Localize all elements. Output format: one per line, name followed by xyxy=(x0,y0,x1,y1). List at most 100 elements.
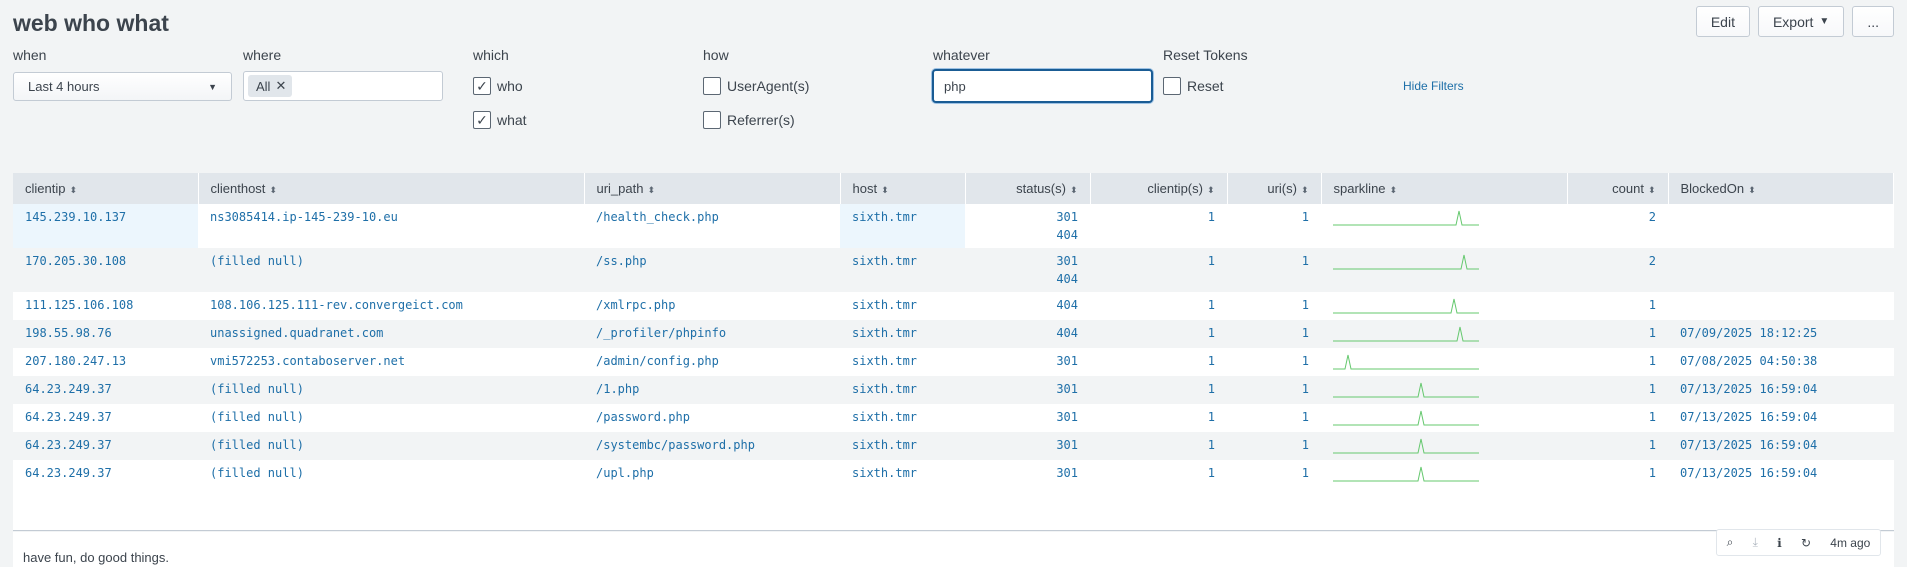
cell-host[interactable]: sixth.tmr xyxy=(840,404,965,432)
table-row[interactable]: 64.23.249.37 (filled null)/upl.php sixth.t… xyxy=(13,460,1894,488)
cell-count[interactable]: 1 xyxy=(1567,292,1668,320)
column-header[interactable]: clientip(s) ⬍ xyxy=(1090,173,1228,204)
cell-clientip-count[interactable]: 1 xyxy=(1090,348,1227,376)
cell-clientip[interactable]: 64.23.249.37 xyxy=(13,404,198,432)
cell-blocked-on[interactable] xyxy=(1668,204,1894,248)
table-row[interactable]: 207.180.247.13 vmi572253.contaboserver.ne… xyxy=(13,348,1894,376)
cell-clientip[interactable]: 64.23.249.37 xyxy=(13,432,198,460)
cell-uri-path[interactable]: /_profiler/phpinfo xyxy=(584,320,840,348)
cell-uri-path[interactable]: /ss.php xyxy=(584,248,840,292)
cell-clienthost[interactable]: (filled null) xyxy=(198,376,584,404)
cell-host[interactable]: sixth.tmr xyxy=(840,460,965,488)
cell-uri-count[interactable]: 1 xyxy=(1227,292,1321,320)
cell-clienthost[interactable]: (filled null) xyxy=(198,248,584,292)
cell-uri-path[interactable]: /admin/config.php xyxy=(584,348,840,376)
which-option-who[interactable]: ✓ who xyxy=(473,77,523,95)
cell-host[interactable]: sixth.tmr xyxy=(840,348,965,376)
cell-status[interactable]: 301 xyxy=(965,432,1090,460)
column-header[interactable]: uri(s) ⬍ xyxy=(1227,173,1322,204)
reset-option[interactable]: Reset xyxy=(1163,77,1224,95)
cell-uri-path[interactable]: /systembc/password.php xyxy=(584,432,840,460)
info-icon[interactable]: ℹ xyxy=(1777,536,1782,550)
cell-uri-path[interactable]: /xmlrpc.php xyxy=(584,292,840,320)
status-value[interactable]: 301 xyxy=(977,382,1078,396)
table-row[interactable]: 145.239.10.137 ns3085414.ip-145-239-10.eu… xyxy=(13,204,1894,248)
cell-blocked-on[interactable]: 07/13/2025 16:59:04 xyxy=(1668,376,1894,404)
status-value[interactable]: 301 xyxy=(977,210,1078,224)
checkbox-icon[interactable] xyxy=(703,111,721,129)
cell-status[interactable]: 404 xyxy=(965,292,1090,320)
column-header[interactable]: uri_path ⬍ xyxy=(584,173,841,204)
table-row[interactable]: 64.23.249.37 (filled null)/1.php sixth.tmr… xyxy=(13,376,1894,404)
cell-uri-count[interactable]: 1 xyxy=(1227,204,1321,248)
cell-uri-count[interactable]: 1 xyxy=(1227,376,1321,404)
table-row[interactable]: 64.23.249.37 (filled null)/password.php si… xyxy=(13,404,1894,432)
export-button[interactable]: Export ▼ xyxy=(1757,6,1845,37)
hide-filters-link[interactable]: Hide Filters xyxy=(1403,79,1464,93)
cell-clienthost[interactable]: ns3085414.ip-145-239-10.eu xyxy=(198,204,584,248)
cell-clientip[interactable]: 64.23.249.37 xyxy=(13,376,198,404)
cell-clienthost[interactable]: (filled null) xyxy=(198,460,584,488)
cell-host[interactable]: sixth.tmr xyxy=(840,248,965,292)
how-option-referrer[interactable]: Referrer(s) xyxy=(703,111,795,129)
cell-count[interactable]: 1 xyxy=(1567,460,1668,488)
more-actions-button[interactable]: ... xyxy=(1852,6,1894,37)
cell-clientip[interactable]: 145.239.10.137 xyxy=(13,204,198,248)
cell-blocked-on[interactable] xyxy=(1668,248,1894,292)
cell-status[interactable]: 301 xyxy=(965,376,1090,404)
download-icon[interactable]: ⤓ xyxy=(1753,535,1758,550)
cell-host[interactable]: sixth.tmr xyxy=(840,432,965,460)
status-value[interactable]: 301 xyxy=(977,410,1078,424)
table-row[interactable]: 64.23.249.37 (filled null)/systembc/passw… xyxy=(13,432,1894,460)
cell-clientip-count[interactable]: 1 xyxy=(1090,460,1227,488)
cell-clienthost[interactable]: vmi572253.contaboserver.net xyxy=(198,348,584,376)
column-header[interactable]: sparkline ⬍ xyxy=(1321,173,1568,204)
status-value[interactable]: 404 xyxy=(977,228,1078,242)
cell-clientip-count[interactable]: 1 xyxy=(1090,432,1227,460)
status-value[interactable]: 301 xyxy=(977,438,1078,452)
cell-count[interactable]: 1 xyxy=(1567,320,1668,348)
cell-clientip-count[interactable]: 1 xyxy=(1090,292,1227,320)
cell-status[interactable]: 301 xyxy=(965,460,1090,488)
table-row[interactable]: 198.55.98.76 unassigned.quadranet.com/_pr… xyxy=(13,320,1894,348)
search-icon[interactable]: ⌕ xyxy=(1727,535,1734,550)
cell-uri-count[interactable]: 1 xyxy=(1227,248,1321,292)
table-row[interactable]: 170.205.30.108 (filled null)/ss.php sixth.… xyxy=(13,248,1894,292)
refresh-icon[interactable]: ↻ xyxy=(1801,536,1811,550)
how-option-useragent[interactable]: UserAgent(s) xyxy=(703,77,809,95)
cell-clientip-count[interactable]: 1 xyxy=(1090,404,1227,432)
cell-status[interactable]: 301 xyxy=(965,348,1090,376)
cell-clientip[interactable]: 207.180.247.13 xyxy=(13,348,198,376)
cell-clientip[interactable]: 64.23.249.37 xyxy=(13,460,198,488)
cell-status[interactable]: 404 xyxy=(965,320,1090,348)
status-value[interactable]: 301 xyxy=(977,254,1078,268)
cell-clientip-count[interactable]: 1 xyxy=(1090,204,1227,248)
cell-clientip[interactable]: 198.55.98.76 xyxy=(13,320,198,348)
column-header[interactable]: host ⬍ xyxy=(840,173,966,204)
cell-count[interactable]: 1 xyxy=(1567,404,1668,432)
checkbox-checked-icon[interactable]: ✓ xyxy=(473,111,491,129)
checkbox-checked-icon[interactable]: ✓ xyxy=(473,77,491,95)
column-header[interactable]: clientip ⬍ xyxy=(13,173,199,204)
cell-blocked-on[interactable]: 07/08/2025 04:50:38 xyxy=(1668,348,1894,376)
remove-chip-icon[interactable]: ✕ xyxy=(275,78,286,94)
where-multiselect[interactable]: All ✕ xyxy=(243,71,443,101)
cell-uri-path[interactable]: /health_check.php xyxy=(584,204,840,248)
status-value[interactable]: 301 xyxy=(977,354,1078,368)
cell-clientip[interactable]: 170.205.30.108 xyxy=(13,248,198,292)
cell-status[interactable]: 301 404 xyxy=(965,204,1090,248)
cell-clientip[interactable]: 111.125.106.108 xyxy=(13,292,198,320)
cell-count[interactable]: 2 xyxy=(1567,204,1668,248)
cell-blocked-on[interactable]: 07/09/2025 18:12:25 xyxy=(1668,320,1894,348)
cell-uri-path[interactable]: /upl.php xyxy=(584,460,840,488)
cell-host[interactable]: sixth.tmr xyxy=(840,292,965,320)
cell-host[interactable]: sixth.tmr xyxy=(840,376,965,404)
status-value[interactable]: 404 xyxy=(977,298,1078,312)
whatever-input[interactable]: php xyxy=(932,69,1153,103)
cell-uri-count[interactable]: 1 xyxy=(1227,404,1321,432)
which-option-what[interactable]: ✓ what xyxy=(473,111,527,129)
cell-clienthost[interactable]: unassigned.quadranet.com xyxy=(198,320,584,348)
cell-uri-path[interactable]: /1.php xyxy=(584,376,840,404)
cell-count[interactable]: 2 xyxy=(1567,248,1668,292)
cell-blocked-on[interactable] xyxy=(1668,292,1894,320)
